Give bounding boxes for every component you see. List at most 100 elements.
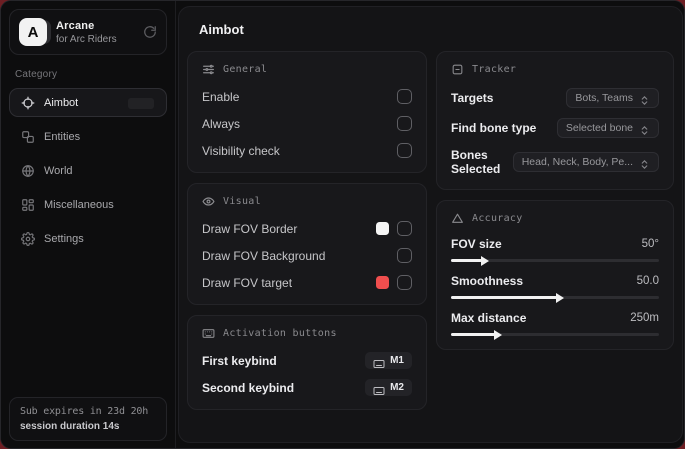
slider-head: Max distance 250m: [451, 311, 659, 325]
chevrons-up-down-icon: [639, 157, 650, 168]
sidebar-item-settings[interactable]: Settings: [9, 224, 167, 253]
setting-row-first-keybind: First keybind M1: [202, 352, 412, 369]
setting-label: Second keybind: [202, 381, 294, 395]
setting-label: Enable: [202, 90, 239, 104]
brand-text: Arcane for Arc Riders: [56, 20, 134, 45]
panel-title: Visual: [223, 196, 261, 207]
boxes-icon: [21, 130, 35, 144]
fov-size-slider[interactable]: [451, 259, 659, 262]
activation-panel: Activation buttons First keybind M1: [187, 315, 427, 410]
color-swatch[interactable]: [376, 276, 389, 289]
refresh-icon[interactable]: [143, 25, 157, 39]
slider-handle[interactable]: [481, 256, 489, 266]
panel-title: Activation buttons: [223, 328, 337, 339]
setting-label: Visibility check: [202, 144, 280, 158]
slider-value: 50°: [642, 238, 659, 250]
visibility-check-checkbox[interactable]: [397, 143, 412, 158]
visual-panel: Visual Draw FOV Border Draw FOV Backgrou…: [187, 183, 427, 305]
max-distance-slider[interactable]: [451, 333, 659, 336]
setting-row-find-bone-type: Find bone type Selected bone: [451, 118, 659, 138]
accuracy-panel: Accuracy FOV size 50°: [436, 200, 674, 350]
chevrons-up-down-icon: [639, 123, 650, 134]
select-value: Bots, Teams: [575, 92, 633, 104]
layout-icon: [21, 198, 35, 212]
page-title: Aimbot: [199, 22, 674, 37]
find-bone-type-select[interactable]: Selected bone: [557, 118, 659, 138]
brand-card: A Arcane for Arc Riders: [9, 9, 167, 55]
sidebar-item-label: World: [44, 165, 73, 177]
slider-value: 50.0: [637, 275, 659, 287]
fov-border-checkbox[interactable]: [397, 221, 412, 236]
gear-icon: [21, 232, 35, 246]
keybind-value: M2: [390, 382, 404, 393]
brand-name: Arcane: [56, 20, 134, 32]
setting-label: Max distance: [451, 311, 526, 325]
color-swatch[interactable]: [376, 222, 389, 235]
keybind-value: M1: [390, 355, 404, 366]
keyboard-icon: [202, 327, 215, 340]
setting-label: First keybind: [202, 354, 277, 368]
setting-label: FOV size: [451, 237, 502, 251]
logo-letter: A: [19, 18, 47, 46]
panel-title: General: [223, 64, 267, 75]
sidebar-nav: Aimbot Entities World: [1, 88, 175, 253]
fov-target-checkbox[interactable]: [397, 275, 412, 290]
brand-logo: A: [19, 18, 47, 46]
setting-label: Draw FOV Background: [202, 249, 325, 263]
slider-handle[interactable]: [494, 330, 502, 340]
setting-row-fov-target: Draw FOV target: [202, 274, 412, 291]
right-column: Tracker Targets Bots, Teams: [436, 51, 674, 410]
visual-panel-header: Visual: [202, 195, 412, 208]
setting-row-always: Always: [202, 115, 412, 132]
setting-row-fov-border: Draw FOV Border: [202, 220, 412, 237]
controls: [376, 221, 412, 236]
sliders-icon: [202, 63, 215, 76]
main-outer: Aimbot General: [176, 1, 685, 448]
setting-label: Bones Selected: [451, 148, 513, 176]
setting-row-fov-background: Draw FOV Background: [202, 247, 412, 264]
setting-label: Find bone type: [451, 121, 536, 135]
tracker-panel: Tracker Targets Bots, Teams: [436, 51, 674, 190]
setting-row-fov-size: FOV size 50°: [451, 237, 659, 262]
sidebar-item-entities[interactable]: Entities: [9, 122, 167, 151]
sidebar-item-world[interactable]: World: [9, 156, 167, 185]
second-keybind-button[interactable]: M2: [365, 379, 412, 396]
setting-label: Draw FOV Border: [202, 222, 297, 236]
main-panel: Aimbot General: [178, 6, 683, 443]
slider-fill: [451, 259, 482, 262]
always-checkbox[interactable]: [397, 116, 412, 131]
slider-value: 250m: [630, 312, 659, 324]
setting-label: Smoothness: [451, 274, 523, 288]
slider-handle[interactable]: [556, 293, 564, 303]
focus-frame-icon: [451, 63, 464, 76]
fov-background-checkbox[interactable]: [397, 248, 412, 263]
enable-checkbox[interactable]: [397, 89, 412, 104]
first-keybind-button[interactable]: M1: [365, 352, 412, 369]
panel-columns: General Enable Always Visibility check: [187, 51, 674, 410]
triangle-icon: [451, 212, 464, 225]
setting-row-smoothness: Smoothness 50.0: [451, 274, 659, 299]
setting-row-bones-selected: Bones Selected Head, Neck, Body, Pe...: [451, 148, 659, 176]
left-column: General Enable Always Visibility check: [187, 51, 427, 410]
sidebar-item-aimbot[interactable]: Aimbot: [9, 88, 167, 117]
brand-subtitle: for Arc Riders: [56, 34, 134, 45]
sidebar-item-miscellaneous[interactable]: Miscellaneous: [9, 190, 167, 219]
panel-title: Accuracy: [472, 213, 523, 224]
setting-label: Draw FOV target: [202, 276, 292, 290]
slider-head: FOV size 50°: [451, 237, 659, 251]
sidebar: A Arcane for Arc Riders Category Ai: [1, 1, 176, 448]
smoothness-slider[interactable]: [451, 296, 659, 299]
panel-title: Tracker: [472, 64, 516, 75]
sub-expiry-text: Sub expires in 23d 20h: [20, 406, 156, 417]
targets-select[interactable]: Bots, Teams: [566, 88, 659, 108]
bones-selected-select[interactable]: Head, Neck, Body, Pe...: [513, 152, 659, 172]
select-value: Selected bone: [566, 122, 633, 134]
setting-row-enable: Enable: [202, 88, 412, 105]
eye-icon: [202, 195, 215, 208]
keyboard-icon: [373, 356, 385, 366]
setting-row-targets: Targets Bots, Teams: [451, 88, 659, 108]
slider-head: Smoothness 50.0: [451, 274, 659, 288]
tracker-panel-header: Tracker: [451, 63, 659, 76]
general-panel-header: General: [202, 63, 412, 76]
globe-icon: [21, 164, 35, 178]
